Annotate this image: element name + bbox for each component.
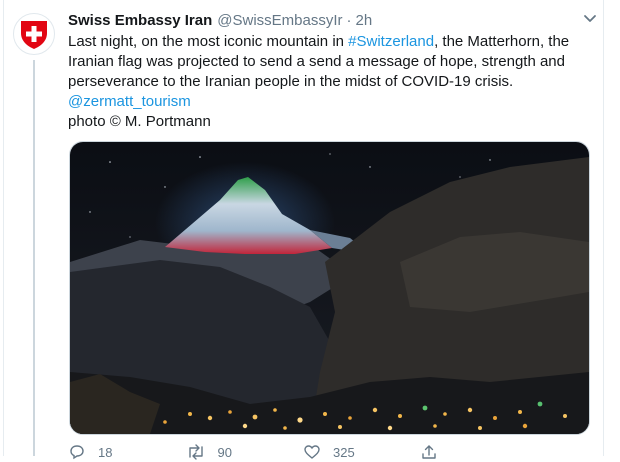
swiss-shield-icon [21,21,47,49]
chevron-down-icon [584,15,596,22]
timeline-border-right [603,0,604,456]
tweet-text: Last night, on the most iconic mountain … [68,32,603,132]
mention-link[interactable]: @zermatt_tourism [68,93,191,110]
user-handle[interactable]: @SwissEmbassyIr [217,12,342,29]
tweet-header: Swiss Embassy Iran @SwissEmbassyIr · 2h [68,10,590,30]
tweet-photo[interactable] [69,141,590,435]
tweet-text-line: perseverance to the Iranian people in th… [68,73,514,90]
heart-icon [304,445,320,459]
retweet-button[interactable]: 90 [186,444,304,460]
reply-count: 18 [98,444,113,460]
photo-credit: photo © M. Portmann [68,113,211,130]
avatar[interactable] [13,13,55,55]
reply-button[interactable]: 18 [68,444,186,460]
like-count: 325 [333,444,355,460]
share-icon [421,445,436,459]
more-options-button[interactable] [580,10,600,28]
timeline-border-left [3,0,4,456]
thread-line [33,60,35,456]
tweet-text-line: Last night, on the most iconic mountain … [68,32,603,52]
separator-dot: · [346,11,352,29]
tweet-actions: 18 90 325 [68,442,538,462]
text-segment: Last night, on the most iconic mountain … [68,33,349,50]
retweet-count: 90 [217,444,232,460]
tweet-text-line: @zermatt_tourism [68,92,603,112]
like-button[interactable]: 325 [303,444,421,460]
hashtag-link[interactable]: #Switzerland [348,33,434,50]
text-segment: , the Matterhorn, the [434,33,570,50]
share-button[interactable] [421,444,539,460]
retweet-icon [188,444,203,460]
tweet-text-line: Iranian flag was projected to send a sen… [68,53,565,70]
reply-icon [70,445,84,460]
matterhorn-photo [70,142,589,434]
timestamp[interactable]: 2h [356,12,373,29]
display-name[interactable]: Swiss Embassy Iran [68,12,212,29]
